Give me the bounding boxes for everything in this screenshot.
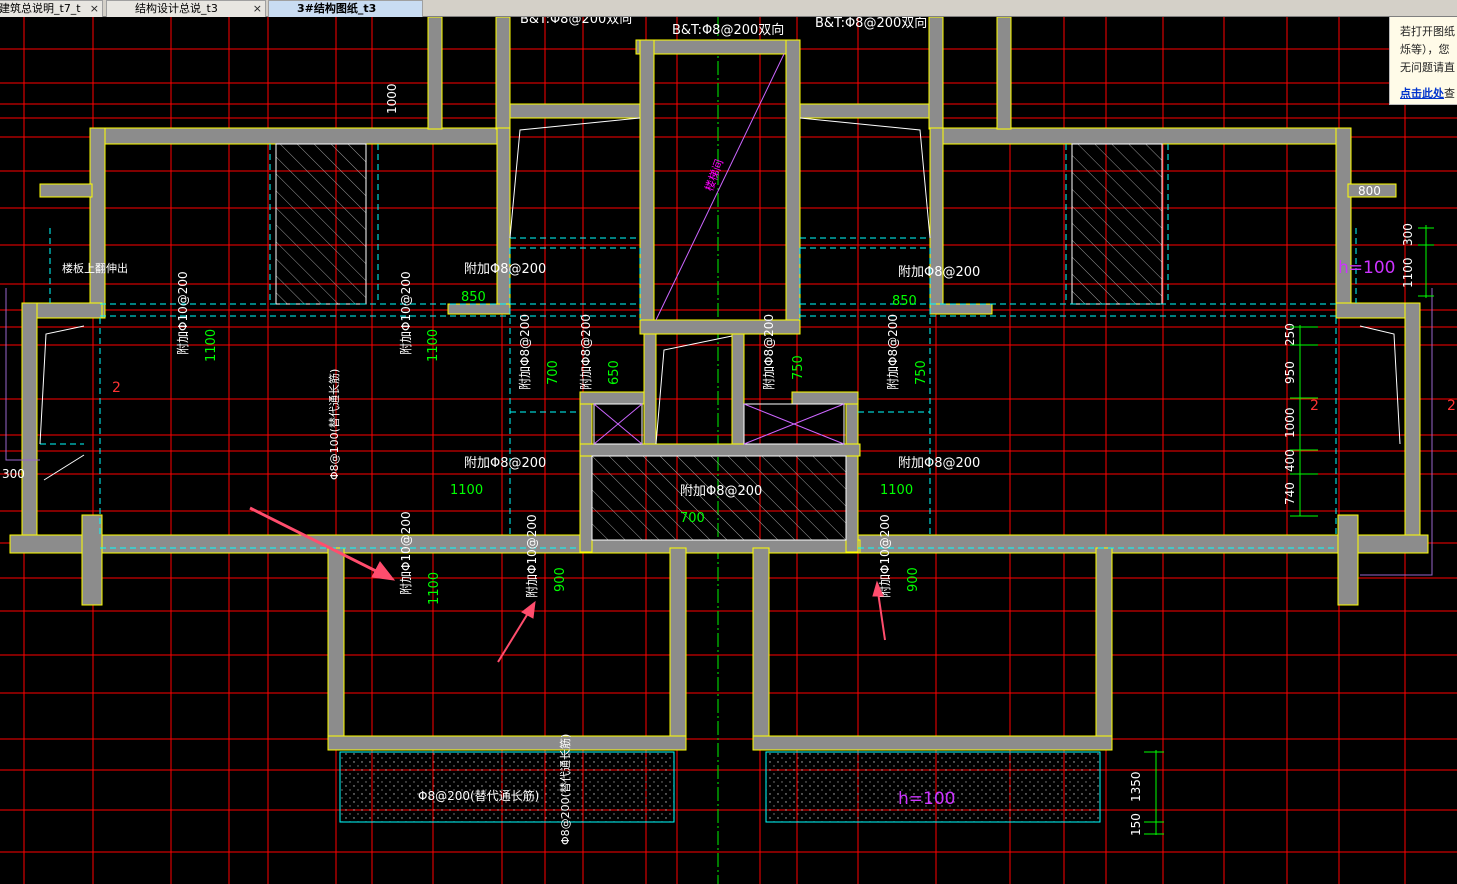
dim-label-vertical: 750 bbox=[914, 360, 929, 385]
left-note: 楼板上翻伸出 bbox=[62, 261, 128, 275]
rebar-bottom-label: Φ8@200(替代通长筋) bbox=[418, 788, 539, 803]
dim-label-vertical: 1100 bbox=[426, 329, 441, 362]
tab-structure-notes[interactable]: 结构设计总说_t3 × bbox=[106, 0, 266, 17]
rebar-label-vertical: 附加Φ8@200 bbox=[579, 314, 593, 390]
close-icon[interactable]: × bbox=[253, 1, 262, 16]
dim-label-vertical: 900 bbox=[553, 567, 568, 592]
axis-number: 2 bbox=[1447, 398, 1456, 414]
dim-label: 700 bbox=[680, 511, 705, 526]
dim-label-vertical: 1100 bbox=[1401, 257, 1415, 288]
axis-number: 2 bbox=[112, 380, 121, 396]
tab-architecture-notes[interactable]: 建筑总说明_t7_t × bbox=[0, 0, 103, 17]
hatched-shaft-left bbox=[275, 143, 367, 305]
notice-link[interactable]: 点击此处 bbox=[1400, 87, 1444, 100]
rebar-label: 附加Φ8@200 bbox=[464, 456, 546, 471]
rebar-label-vertical: 附加Φ10@200 bbox=[399, 271, 413, 355]
dim-label-vertical: 1000 bbox=[1283, 407, 1297, 438]
rebar-bottom-vertical: Φ8@200(替代通长筋) bbox=[558, 734, 572, 845]
dim-label-vertical: 650 bbox=[607, 360, 622, 385]
rebar-label-vertical: 附加Φ8@200 bbox=[886, 314, 900, 390]
notice-line: 若打开图纸 bbox=[1400, 25, 1455, 38]
balcony-slab-left bbox=[339, 751, 675, 823]
dim-label-vertical: 300 bbox=[1401, 223, 1415, 246]
slab-thickness: h=100 bbox=[898, 789, 955, 809]
notice-panel: 若打开图纸 烁等），您 无问题请直 点击此处查 bbox=[1389, 17, 1457, 105]
rebar-label-vertical: 附加Φ10@200 bbox=[525, 514, 539, 598]
dim-label-vertical: 900 bbox=[906, 567, 921, 592]
rebar-label: 附加Φ8@200 bbox=[680, 484, 762, 499]
tab-label: 建筑总说明_t7_t bbox=[0, 2, 81, 15]
rebar-label-vertical: 附加Φ10@200 bbox=[176, 271, 190, 355]
notice-link-row: 点击此处查 bbox=[1400, 85, 1457, 103]
rebar-label: 附加Φ8@200 bbox=[898, 456, 980, 471]
dim-label: 1100 bbox=[880, 483, 913, 498]
cad-drawing-canvas[interactable]: 楼梯间 B&T:Φ8@200双向 B&T:Φ8@200双向 B&T:Φ8@200… bbox=[0, 17, 1457, 884]
dim-label-vertical: 1000 bbox=[385, 83, 399, 114]
tab-structure-drawing[interactable]: 3#结构图纸_t3 bbox=[268, 0, 423, 17]
rebar-replace-label: Φ8@100(替代通长筋) bbox=[327, 369, 341, 480]
dim-label-vertical: 740 bbox=[1283, 482, 1297, 505]
dim-label: 800 bbox=[1358, 184, 1381, 198]
rebar-label-vertical: 附加Φ8@200 bbox=[762, 314, 776, 390]
notice-line: 烁等），您 bbox=[1400, 43, 1450, 56]
dim-label: 850 bbox=[461, 290, 486, 305]
dim-label-vertical: 950 bbox=[1283, 361, 1297, 384]
slab-thickness: h=100 bbox=[1338, 258, 1395, 278]
dim-label-vertical: 1100 bbox=[204, 329, 219, 362]
top-label-1: B&T:Φ8@200双向 bbox=[520, 17, 632, 27]
rebar-label-vertical: 附加Φ10@200 bbox=[878, 514, 892, 598]
dim-label: 850 bbox=[892, 294, 917, 309]
dim-label: 300 bbox=[2, 467, 25, 481]
notice-line: 无问题请直 bbox=[1400, 61, 1455, 74]
top-label-3: B&T:Φ8@200双向 bbox=[815, 17, 927, 31]
dim-label-vertical: 1350 bbox=[1129, 771, 1143, 802]
rebar-label: 附加Φ8@200 bbox=[898, 265, 980, 280]
axis-number: 2 bbox=[1310, 398, 1319, 414]
dim-label-vertical: 1100 bbox=[427, 572, 442, 605]
top-label-2: B&T:Φ8@200双向 bbox=[672, 22, 784, 38]
dim-label-vertical: 400 bbox=[1283, 449, 1297, 472]
dim-label-vertical: 150 bbox=[1129, 813, 1143, 836]
tab-label: 结构设计总说_t3 bbox=[135, 2, 218, 15]
rebar-label-vertical: 附加Φ8@200 bbox=[518, 314, 532, 390]
dim-label: 1100 bbox=[450, 483, 483, 498]
document-tab-bar: 建筑总说明_t7_t × 结构设计总说_t3 × 3#结构图纸_t3 bbox=[0, 0, 1457, 17]
notice-link-tail: 查 bbox=[1444, 87, 1455, 100]
rebar-label-vertical: 附加Φ10@200 bbox=[399, 511, 413, 595]
hatched-shaft-right bbox=[1071, 143, 1163, 305]
tab-label: 3#结构图纸_t3 bbox=[297, 2, 377, 15]
dim-label-vertical: 700 bbox=[546, 360, 561, 385]
balcony-slab-right bbox=[765, 751, 1101, 823]
dim-label-vertical: 750 bbox=[791, 355, 806, 380]
rebar-label: 附加Φ8@200 bbox=[464, 262, 546, 277]
close-icon[interactable]: × bbox=[90, 1, 99, 16]
